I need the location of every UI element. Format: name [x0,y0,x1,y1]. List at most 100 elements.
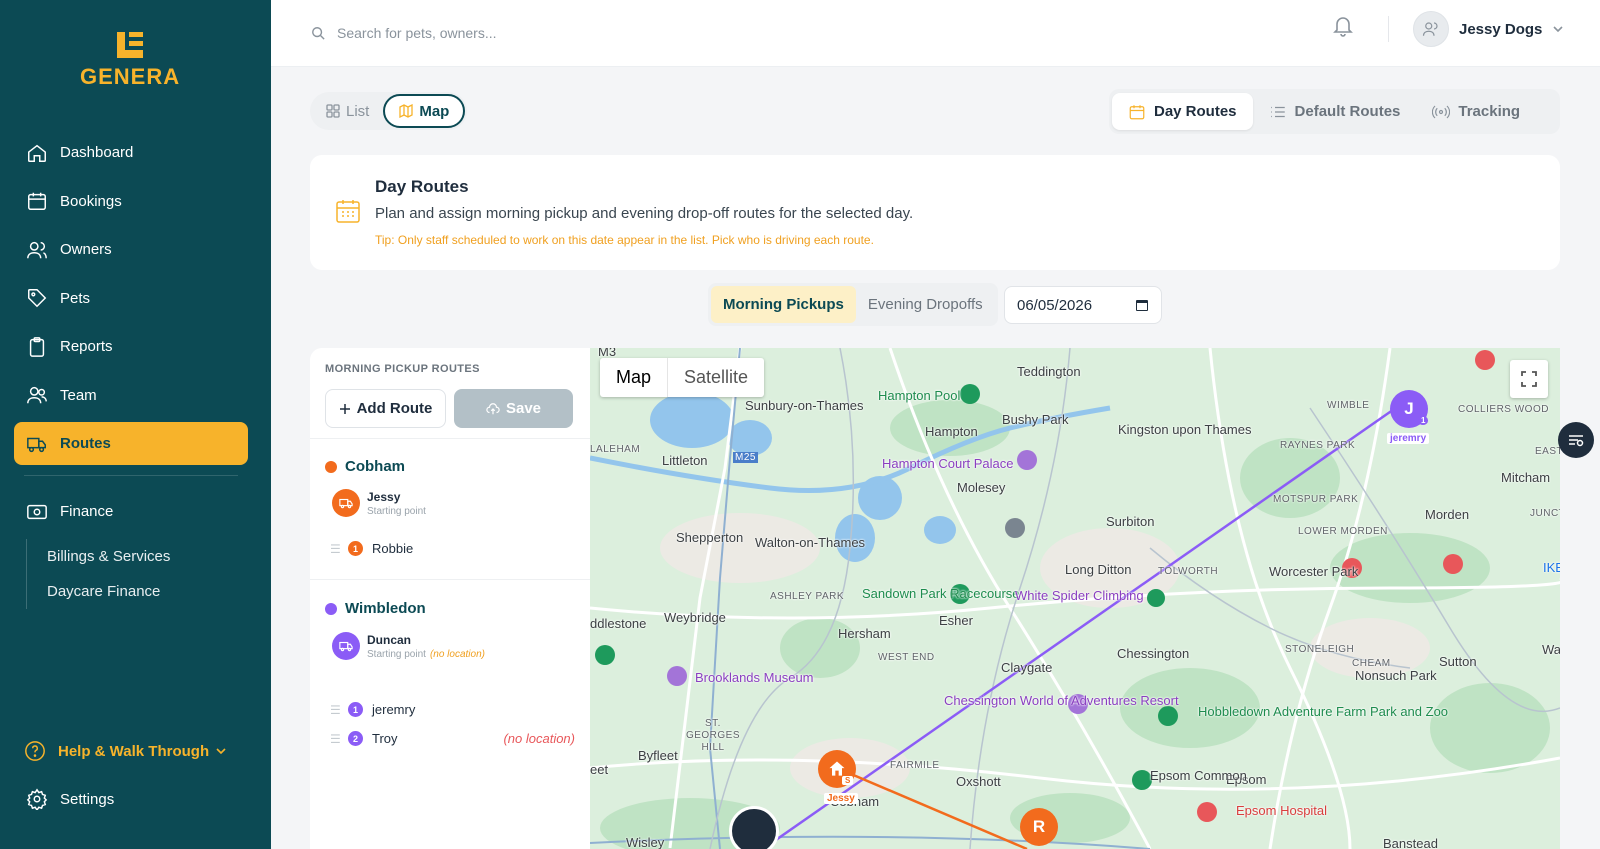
map-place: Worcester Park [1269,564,1359,579]
stop-number: 2 [348,731,363,746]
users-icon [1422,22,1438,36]
truck-icon [27,437,46,452]
map-place: Claygate [1001,660,1053,675]
map-type-map-button[interactable]: Map [600,358,669,397]
calendar-icon [1136,300,1148,311]
tab-day-routes[interactable]: Day Routes [1112,93,1253,130]
route-map[interactable]: M3 Teddington Sunbury-on-Thames Hampton … [590,348,1560,849]
sidebar-item-team[interactable]: Team [14,374,248,417]
chevron-down-icon [216,748,226,755]
van-icon [332,489,360,517]
map-place: Long Ditton [1065,562,1132,577]
notifications-button[interactable] [1333,15,1353,42]
subnav-item-daycare-finance[interactable]: Daycare Finance [47,574,248,609]
stop-robbie[interactable]: ☰ 1 Robbie [330,541,575,556]
topbar-divider [1388,16,1389,42]
calendar-icon [28,192,46,210]
map-place: Wisley [626,835,665,849]
drag-handle-icon[interactable]: ☰ [330,732,348,746]
fullscreen-button[interactable] [1510,360,1548,398]
driver-jessy[interactable]: Jessy Starting point [332,489,426,517]
subnav-item-billings[interactable]: Billings & Services [47,539,248,574]
grid-icon [326,104,340,118]
map-place: Mitcham [1501,470,1551,485]
driver-name: Duncan [367,632,412,647]
sidebar-item-bookings[interactable]: Bookings [14,180,248,223]
add-route-button[interactable]: Add Route [325,389,446,428]
marker-label: jeremry [1387,433,1430,444]
sidebar-item-owners[interactable]: Owners [14,228,248,271]
date-picker[interactable]: 06/05/2026 [1004,286,1162,324]
calendar-icon [335,198,361,229]
map-place: Epsom Common [1150,768,1247,783]
map-view-button[interactable]: Map [383,94,466,128]
gear-icon [26,788,48,810]
divider [310,579,590,580]
sidebar-item-label: Reports [60,338,113,355]
map-place: WIMBLE [1327,400,1370,411]
marker-badge: S [842,776,854,785]
route-wimbledon[interactable]: Wimbledon [325,600,426,617]
marker-robbie[interactable]: R [1020,808,1058,846]
pickup-dropoff-segment: Morning Pickups Evening Dropoffs [708,283,998,326]
map-type-satellite-button[interactable]: Satellite [668,358,764,397]
map-place: JUNCTIO [1530,508,1560,519]
sidebar-item-label: Dashboard [60,144,134,161]
genera-logo-icon [729,806,779,849]
fullscreen-icon [1521,371,1537,387]
route-cobham[interactable]: Cobham [325,458,405,475]
sidebar-item-label: Owners [60,241,112,258]
driver-subtitle: Starting point [367,505,426,517]
view-switch: List Map [310,92,468,130]
info-description: Plan and assign morning pickup and eveni… [375,205,914,222]
driver-duncan[interactable]: Duncan Starting point (no location) [332,632,485,660]
map-place: Banstead [1383,836,1438,849]
map-place: Esher [939,613,973,628]
map-place: LOWER MORDEN [1298,526,1388,537]
divider [310,438,590,439]
van-icon [332,632,360,660]
settings-label: Settings [60,790,115,808]
route-name-label: Cobham [345,458,405,475]
sidebar-item-pets[interactable]: Pets [14,277,248,320]
help-walkthrough-toggle[interactable]: Help & Walk Through [24,740,239,762]
sidebar-item-settings[interactable]: Settings [26,788,114,810]
sidebar-item-dashboard[interactable]: Dashboard [14,131,248,174]
map-place: eet [590,762,609,777]
info-title: Day Routes [375,177,469,196]
drag-handle-icon[interactable]: ☰ [330,703,348,717]
sidebar-item-routes[interactable]: Routes [14,422,248,465]
map-place: Hampton Pool [878,388,961,403]
map-place: CHEAM [1352,658,1391,669]
search-icon [312,27,325,40]
stop-troy[interactable]: ☰ 2 Troy (no location) [330,731,575,746]
morning-pickups-button[interactable]: Morning Pickups [711,286,856,323]
stop-number: 1 [348,702,363,717]
sidebar-item-reports[interactable]: Reports [14,325,248,368]
tab-default-routes[interactable]: Default Routes [1253,93,1417,130]
save-label: Save [505,400,542,417]
evening-dropoffs-button[interactable]: Evening Dropoffs [856,286,995,323]
map-place: Nonsuch Park [1355,668,1437,683]
sidebar-item-finance[interactable]: Finance [14,490,248,533]
tab-tracking[interactable]: Tracking [1416,93,1536,130]
map-place: Epsom Hospital [1236,803,1328,818]
logo[interactable]: GENERA [80,30,180,90]
help-circle-icon [25,741,45,761]
list-view-button[interactable]: List [312,94,383,128]
driver-subtitle: Starting point (no location) [367,648,485,660]
stop-jeremry[interactable]: ☰ 1 jeremry [330,702,575,717]
plus-icon [339,403,350,414]
drag-handle-icon[interactable]: ☰ [330,542,348,556]
map-place: Morden [1425,507,1470,522]
save-button[interactable]: Save [454,389,573,428]
map-place: COLLIERS WOOD [1458,404,1549,415]
team-icon [27,386,47,404]
user-menu[interactable]: Jessy Dogs [1413,11,1564,47]
topbar: Jessy Dogs [271,0,1600,67]
map-place: Hampton Court Palace [882,456,1014,471]
map-place: Shepperton [676,530,744,545]
search-input[interactable] [337,25,737,41]
filter-fab[interactable] [1558,422,1594,458]
stop-name: jeremry [372,702,416,717]
